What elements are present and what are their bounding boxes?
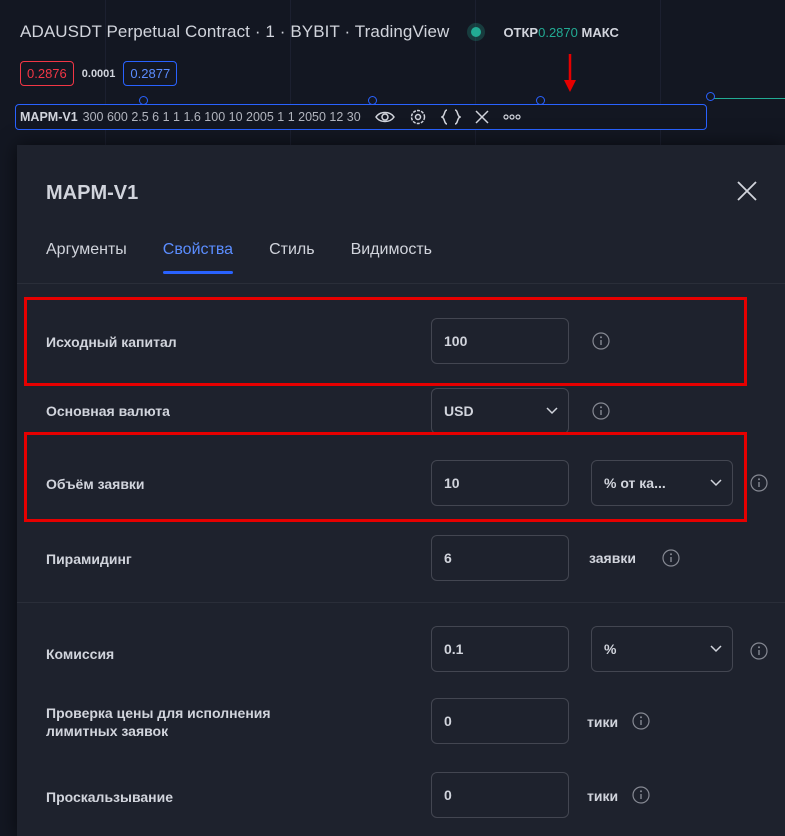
order-size-unit-select[interactable]: % от ка...: [591, 460, 733, 506]
ohlc-open-label: ОТКР: [503, 24, 539, 40]
chevron-down-icon: [710, 645, 722, 653]
sell-button[interactable]: 0.2876: [20, 61, 74, 86]
info-icon[interactable]: [750, 474, 768, 492]
pyramiding-input[interactable]: 6: [431, 535, 569, 581]
tab-arguments[interactable]: Аргументы: [46, 241, 127, 273]
annotation-arrow-icon: [564, 54, 576, 92]
tab-properties[interactable]: Свойства: [162, 241, 234, 274]
chart-header: ADAUSDT Perpetual Contract · 1 · BYBIT ·…: [0, 0, 785, 836]
info-icon[interactable]: [632, 712, 650, 730]
market-status-dot[interactable]: [471, 27, 482, 37]
info-icon[interactable]: [662, 549, 680, 567]
symbol-title[interactable]: ADAUSDT Perpetual Contract · 1 · BYBIT ·…: [20, 22, 449, 42]
tab-visibility[interactable]: Видимость: [351, 241, 432, 273]
tab-style[interactable]: Стиль: [269, 241, 315, 273]
commission-unit-select[interactable]: %: [591, 626, 733, 672]
info-icon[interactable]: [592, 332, 610, 350]
limit-verify-input[interactable]: 0: [431, 698, 569, 744]
eye-icon[interactable]: [374, 110, 395, 124]
pyramiding-label: Пирамидинг: [46, 551, 132, 567]
slippage-label: Проскальзывание: [46, 789, 174, 805]
commission-input[interactable]: 0.1: [431, 626, 569, 672]
limit-verify-label: Проверка цены для исполнения лимитных за…: [46, 704, 271, 740]
indicator-settings-dialog: MAPM-V1 Аргументы Свойства Стиль Видимос…: [17, 145, 785, 836]
order-size-input[interactable]: 10: [431, 460, 569, 506]
base-currency-label: Основная валюта: [46, 403, 170, 419]
order-size-unit-value: % от ка...: [604, 475, 666, 491]
close-icon[interactable]: [735, 179, 759, 203]
indicator-params: 300 600 2.5 6 1 1 1.6 100 10 2005 1 1 20…: [82, 110, 361, 124]
spread-value: 0.0001: [81, 67, 116, 80]
ohlc-readout: ОТКР0.2870 МАКС: [503, 25, 618, 40]
limit-verify-label-line2: лимитных заявок: [46, 723, 169, 739]
commission-unit-value: %: [604, 641, 617, 657]
ohlc-open-value: 0.2870: [538, 24, 578, 40]
slippage-unit: тики: [587, 788, 619, 804]
close-icon[interactable]: [475, 110, 489, 124]
more-icon[interactable]: [503, 114, 521, 120]
chevron-down-icon: [710, 479, 722, 487]
braces-icon[interactable]: [440, 109, 461, 125]
pyramiding-unit: заявки: [589, 550, 636, 566]
info-icon[interactable]: [632, 786, 650, 804]
buy-sell-panel: 0.2876 0.0001 0.2877: [20, 61, 178, 86]
indicator-legend[interactable]: MAPM-V1 300 600 2.5 6 1 1 1.6 100 10 200…: [15, 104, 707, 130]
slippage-input[interactable]: 0: [431, 772, 569, 818]
order-size-label: Объём заявки: [46, 476, 145, 492]
initial-capital-label: Исходный капитал: [46, 334, 177, 350]
tab-bar: Аргументы Свойства Стиль Видимость: [46, 241, 468, 274]
info-icon[interactable]: [592, 402, 610, 420]
buy-button[interactable]: 0.2877: [123, 61, 178, 86]
indicator-actions: [374, 108, 521, 126]
commission-label: Комиссия: [46, 646, 115, 662]
limit-verify-label-line1: Проверка цены для исполнения: [46, 705, 271, 721]
ohlc-high-label: МАКС: [581, 24, 619, 40]
chevron-down-icon: [546, 407, 558, 415]
base-currency-value: USD: [444, 403, 474, 419]
initial-capital-input[interactable]: 100: [431, 318, 569, 364]
base-currency-select[interactable]: USD: [431, 388, 569, 434]
drawing-handle[interactable]: [706, 92, 715, 101]
dialog-title: MAPM-V1: [46, 182, 139, 204]
section-divider: [17, 602, 785, 603]
gear-icon[interactable]: [409, 108, 427, 126]
limit-verify-unit: тики: [587, 714, 619, 730]
indicator-name[interactable]: MAPM-V1: [20, 110, 78, 124]
price-line: [712, 98, 785, 99]
info-icon[interactable]: [750, 642, 768, 660]
tab-divider: [17, 283, 785, 284]
chart-title-row: ADAUSDT Perpetual Contract · 1 · BYBIT ·…: [20, 22, 619, 42]
